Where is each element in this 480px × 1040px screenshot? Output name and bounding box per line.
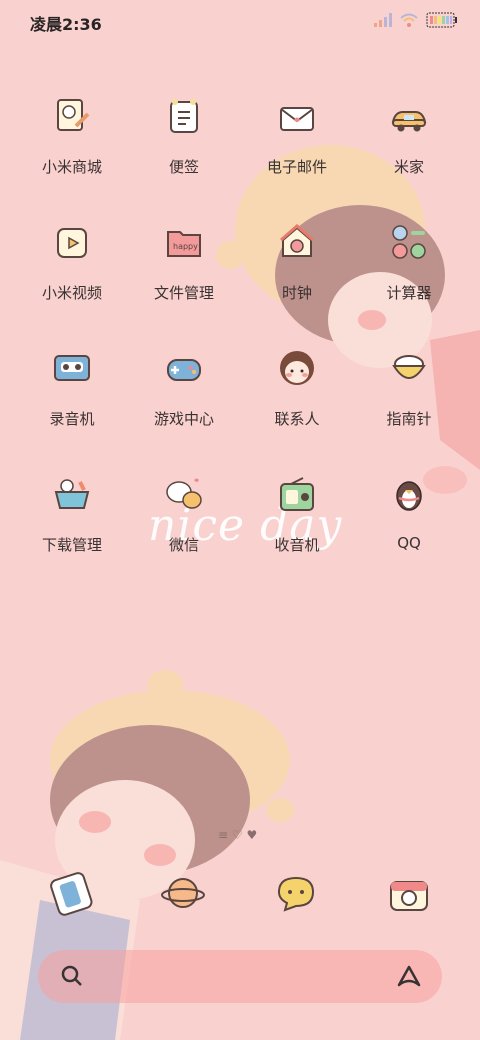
app-label: QQ: [397, 534, 421, 552]
radio-icon: [280, 477, 314, 511]
penguin-icon: [396, 481, 422, 511]
app-notes[interactable]: 便签: [127, 90, 241, 190]
app-radio[interactable]: 收音机: [240, 468, 354, 568]
app-label: 下载管理: [41, 536, 102, 554]
app-label: 电子邮件: [266, 158, 327, 176]
app-game-center[interactable]: 游戏中心: [127, 342, 241, 442]
note-cat-icon: [57, 99, 90, 131]
house-clock-icon: [280, 224, 314, 257]
app-file-manager[interactable]: happy 文件管理: [127, 216, 241, 316]
app-xiaomi-store[interactable]: 小米商城: [15, 90, 129, 190]
status-bar: 凌晨2:36: [0, 0, 480, 42]
cassette-icon: [54, 355, 90, 381]
app-label: 联系人: [274, 410, 320, 428]
app-clock[interactable]: 时钟: [240, 216, 354, 316]
app-label: 小米视频: [41, 284, 102, 302]
app-downloads[interactable]: 下载管理: [15, 468, 129, 568]
app-label: 米家: [393, 158, 424, 176]
speech-bubble-icon[interactable]: [273, 870, 319, 916]
app-label: 时钟: [281, 284, 312, 302]
envelope-icon: [280, 107, 314, 131]
status-time: 凌晨2:36: [30, 15, 102, 34]
app-qq[interactable]: QQ: [352, 468, 466, 568]
app-email[interactable]: 电子邮件: [240, 90, 354, 190]
app-compass[interactable]: 指南针: [352, 342, 466, 442]
app-recorder[interactable]: 录音机: [15, 342, 129, 442]
app-wechat[interactable]: 微信: [127, 468, 241, 568]
wifi-icon: [400, 13, 418, 27]
chat-bears-icon: [166, 478, 202, 509]
gamepad-icon: [167, 359, 201, 381]
app-calculator[interactable]: 计算器: [352, 216, 466, 316]
status-icons: [374, 12, 458, 28]
svg-text:happy: happy: [173, 242, 198, 251]
app-label: 录音机: [49, 410, 95, 428]
memo-icon: [170, 99, 198, 133]
app-label: 收音机: [274, 536, 320, 554]
battery-icon: [426, 12, 457, 28]
basket-icon: [54, 479, 90, 509]
app-mijia[interactable]: 米家: [352, 90, 466, 190]
app-label: 微信: [168, 536, 199, 554]
app-label: 小米商城: [41, 158, 102, 176]
app-label: 便签: [168, 158, 199, 176]
app-label: 文件管理: [153, 284, 214, 302]
car-icon: [391, 111, 427, 132]
app-label: 指南针: [386, 410, 432, 428]
calculator-icon: [392, 225, 426, 259]
search-icon: [61, 965, 82, 986]
signal-icon: [374, 13, 392, 27]
phone-icon[interactable]: [48, 870, 94, 916]
camera-icon[interactable]: [386, 870, 432, 916]
planet-icon[interactable]: [160, 870, 206, 916]
page-indicator: ≡ ♡ ♥: [218, 828, 258, 842]
app-contacts[interactable]: 联系人: [240, 342, 354, 442]
voice-assistant-icon[interactable]: [396, 964, 422, 988]
search-bar[interactable]: [38, 950, 442, 1003]
app-label: 游戏中心: [153, 410, 214, 428]
girl-face-icon: [280, 351, 314, 385]
app-label: 计算器: [386, 284, 432, 302]
app-xiaomi-video[interactable]: 小米视频: [15, 216, 129, 316]
video-icon: [57, 228, 87, 258]
bowl-icon: [392, 355, 426, 379]
folder-icon: happy: [167, 231, 201, 257]
